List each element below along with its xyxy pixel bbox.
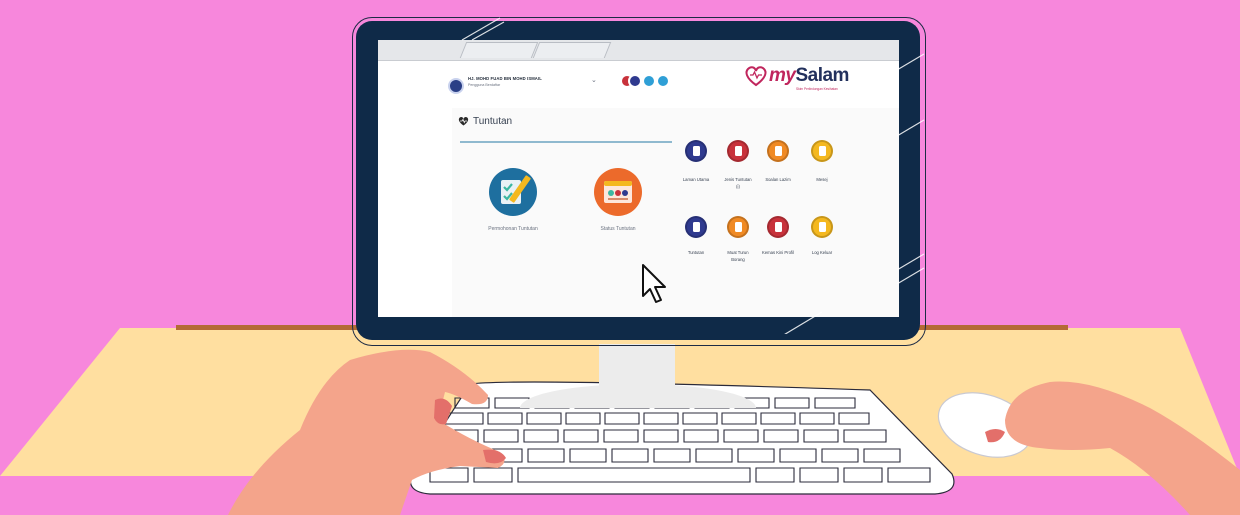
monitor-stand: [599, 344, 675, 388]
screen-glare: [461, 17, 925, 334]
